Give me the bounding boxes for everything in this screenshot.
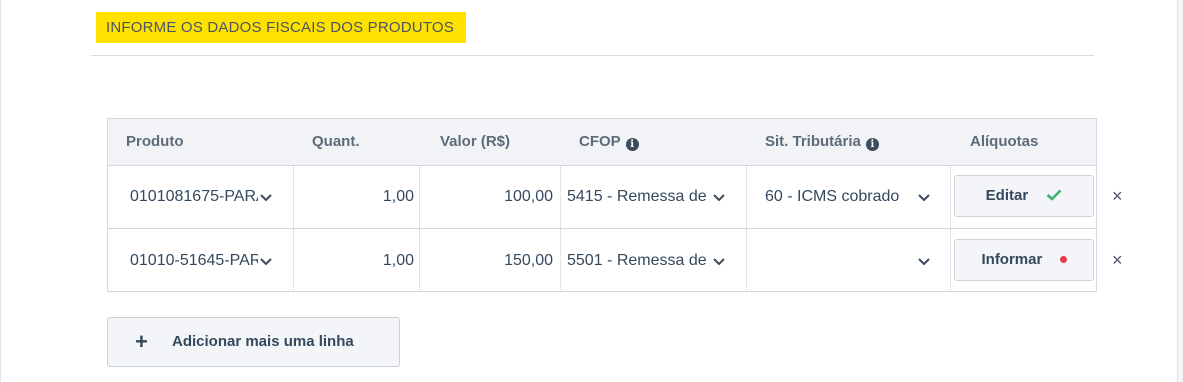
cfop-select[interactable]: 5415 - Remessa de [567,165,708,228]
value-input[interactable]: 100,00 [424,165,553,228]
header-sit-tributaria: Sit. Tributária i [765,119,879,165]
info-icon[interactable]: i [625,138,639,151]
add-line-button[interactable]: + Adicionar mais uma linha [107,317,400,367]
quantity-input[interactable]: 1,00 [298,229,414,292]
table-row: 01010-51645-PAR 1,00 150,00 5501 - Remes… [108,229,1123,292]
table-header: Produto Quant. Valor (R$) CFOP i Sit. Tri… [108,119,1096,166]
header-aliquotas: Alíquotas [970,133,1039,150]
add-line-label: Adicionar mais uma linha [172,333,354,350]
section-title: INFORME OS DADOS FISCAIS DOS PRODUTOS [96,12,466,43]
remove-row-button[interactable]: × [1112,229,1123,292]
edit-button-label: Editar [985,187,1029,204]
plus-icon: + [135,329,148,354]
info-icon[interactable]: i [865,138,879,151]
header-produto: Produto [126,133,184,150]
quantity-input[interactable]: 1,00 [298,165,414,228]
chevron-down-icon[interactable] [260,165,272,228]
chevron-down-icon[interactable] [918,229,930,292]
fiscal-data-panel: INFORME OS DADOS FISCAIS DOS PRODUTOS Pr… [0,0,1178,382]
chevron-down-icon[interactable] [713,229,725,292]
informar-button-label: Informar [981,251,1043,268]
edit-aliquotas-button[interactable]: Editar [954,175,1094,217]
sit-tributaria-select[interactable] [765,229,906,292]
remove-row-button[interactable]: × [1112,165,1123,228]
chevron-down-icon[interactable] [260,229,272,292]
chevron-down-icon[interactable] [713,165,725,228]
value-input[interactable]: 150,00 [424,229,553,292]
title-divider [91,55,1094,56]
dot-icon [1059,256,1067,263]
informar-aliquotas-button[interactable]: Informar [954,239,1094,281]
header-valor: Valor (R$) [440,133,511,150]
cfop-select[interactable]: 5501 - Remessa de [567,229,708,292]
header-cfop-label: CFOP [579,133,621,150]
check-icon [1046,187,1062,204]
table-row: 0101081675-PARA 1,00 100,00 5415 - Remes… [108,165,1123,229]
header-sit-label: Sit. Tributária [765,133,861,150]
produto-select[interactable]: 01010-51645-PAR [130,229,258,292]
produto-select[interactable]: 0101081675-PARA [130,165,258,228]
header-quant: Quant. [312,133,360,150]
chevron-down-icon[interactable] [918,165,930,228]
header-cfop: CFOP i [579,119,639,165]
products-table: Produto Quant. Valor (R$) CFOP i Sit. Tri… [107,118,1123,292]
sit-tributaria-select[interactable]: 60 - ICMS cobrado [765,165,906,228]
